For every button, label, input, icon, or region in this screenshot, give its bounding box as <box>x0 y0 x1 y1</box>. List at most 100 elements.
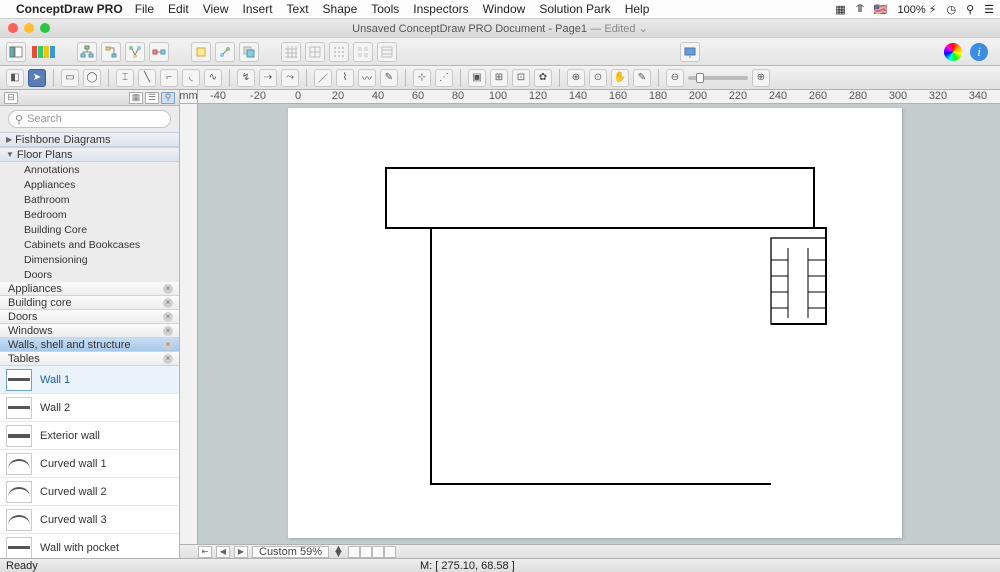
pen-line-tool[interactable]: ／ <box>314 69 332 87</box>
tree-item-appliances[interactable]: Appliances <box>0 177 179 192</box>
tree-item-building-core[interactable]: Building Core <box>0 222 179 237</box>
grid4-button[interactable] <box>353 42 373 62</box>
grid1-button[interactable] <box>281 42 301 62</box>
crop-tool[interactable]: ✎ <box>633 69 651 87</box>
grid3-button[interactable] <box>329 42 349 62</box>
connect-button[interactable] <box>215 42 235 62</box>
table-tool[interactable]: ⊞ <box>490 69 508 87</box>
smart-connector-tool[interactable]: ↯ <box>237 69 255 87</box>
zoom-in-tool[interactable]: ⊕ <box>567 69 585 87</box>
zoom-in-button[interactable]: ⊕ <box>752 69 770 87</box>
menubar-grid-icon[interactable]: ▦ <box>835 3 845 16</box>
tree-item-bathroom[interactable]: Bathroom <box>0 192 179 207</box>
sidebar-tab-search[interactable]: ⚲ <box>161 92 175 104</box>
close-window-icon[interactable] <box>8 23 18 33</box>
shape-curved-wall-1[interactable]: Curved wall 1 <box>0 450 179 478</box>
menu-insert[interactable]: Insert <box>243 2 273 16</box>
close-icon[interactable]: × <box>163 326 173 336</box>
pen-curve-tool[interactable]: 〰 <box>358 69 376 87</box>
zoom-stepper[interactable]: ▲▼ <box>333 547 344 557</box>
sitemap-shape-button[interactable] <box>77 42 97 62</box>
close-icon[interactable]: × <box>163 298 173 308</box>
zoom-level[interactable]: Custom 59% <box>252 546 329 558</box>
tree-item-annotations[interactable]: Annotations <box>0 162 179 177</box>
presentation-button[interactable] <box>680 42 700 62</box>
menu-edit[interactable]: Edit <box>168 2 189 16</box>
close-icon[interactable]: × <box>163 354 173 364</box>
tree-shape-button[interactable] <box>125 42 145 62</box>
palette-icon[interactable] <box>32 46 55 58</box>
sidebar-tab-list[interactable]: ☰ <box>145 92 159 104</box>
menu-view[interactable]: View <box>203 2 229 16</box>
app-name[interactable]: ConceptDraw PRO <box>16 2 123 16</box>
prev-page-button[interactable]: ◀ <box>216 546 230 558</box>
send-back-button[interactable] <box>239 42 259 62</box>
sidebar-tab-grid[interactable]: ▦ <box>129 92 143 104</box>
tree-item-doors[interactable]: Doors <box>0 267 179 282</box>
menu-shape[interactable]: Shape <box>323 2 358 16</box>
tree-item-cabinets[interactable]: Cabinets and Bookcases <box>0 237 179 252</box>
first-page-button[interactable]: ⇤ <box>198 546 212 558</box>
menubar-search-icon[interactable]: ⚲ <box>966 3 974 16</box>
grid2-button[interactable] <box>305 42 325 62</box>
palette-building-core[interactable]: Building core× <box>0 296 179 310</box>
edit-points-tool[interactable]: ⊹ <box>413 69 431 87</box>
arc-tool[interactable]: ◟ <box>182 69 200 87</box>
pen-free-tool[interactable]: ✎ <box>380 69 398 87</box>
zoom-fit-tool[interactable]: ⊙ <box>589 69 607 87</box>
canvas-viewport[interactable] <box>198 104 1000 544</box>
menubar-battery[interactable]: 100% ⚡︎ <box>898 3 937 16</box>
menubar-flag-icon[interactable]: 🇺🇸 <box>874 3 888 16</box>
pointer-tool[interactable]: ➤ <box>28 69 46 87</box>
color-wheel-icon[interactable] <box>944 43 962 61</box>
image-tool[interactable]: ⊡ <box>512 69 530 87</box>
library-toggle-button[interactable] <box>6 42 26 62</box>
palette-windows[interactable]: Windows× <box>0 324 179 338</box>
library-search-input[interactable]: ⚲ Search <box>8 110 171 128</box>
grid5-button[interactable] <box>377 42 397 62</box>
highlight-shape-button[interactable] <box>191 42 211 62</box>
tree-item-dimensioning[interactable]: Dimensioning <box>0 252 179 267</box>
ellipse-tool[interactable]: ◯ <box>83 69 101 87</box>
zoom-window-icon[interactable] <box>40 23 50 33</box>
connector-tool[interactable]: ⌐ <box>160 69 178 87</box>
palette-doors[interactable]: Doors× <box>0 310 179 324</box>
chart-tool[interactable]: ▣ <box>468 69 486 87</box>
tree-fishbone-diagrams[interactable]: ▶Fishbone Diagrams <box>0 132 179 147</box>
close-icon[interactable]: × <box>163 340 173 350</box>
tree-item-bedroom[interactable]: Bedroom <box>0 207 179 222</box>
menu-file[interactable]: File <box>135 2 154 16</box>
page-thumbnails[interactable] <box>348 546 396 558</box>
zoom-slider[interactable] <box>688 76 748 80</box>
edit-segments-tool[interactable]: ⋰ <box>435 69 453 87</box>
pen-poly-tool[interactable]: ⌇ <box>336 69 354 87</box>
close-icon[interactable]: × <box>163 284 173 294</box>
tree-floor-plans[interactable]: ▼Floor Plans <box>0 147 179 162</box>
spline-tool[interactable]: ∿ <box>204 69 222 87</box>
menu-text[interactable]: Text <box>287 2 309 16</box>
sidebar-tab-tree[interactable]: ⊟ <box>4 92 18 104</box>
clipart-tool[interactable]: ✿ <box>534 69 552 87</box>
flowchart-shape-button[interactable] <box>101 42 121 62</box>
menu-help[interactable]: Help <box>625 2 650 16</box>
vertical-ruler[interactable] <box>180 104 198 544</box>
close-icon[interactable]: × <box>163 312 173 322</box>
palette-appliances[interactable]: Appliances× <box>0 282 179 296</box>
shape-wall-pocket[interactable]: Wall with pocket <box>0 534 179 558</box>
shape-wall-1[interactable]: Wall 1 <box>0 366 179 394</box>
panel-toggle-button[interactable]: ◧ <box>6 69 24 87</box>
next-page-button[interactable]: ▶ <box>234 546 248 558</box>
palette-tables[interactable]: Tables× <box>0 352 179 366</box>
round-connector-tool[interactable]: ⤳ <box>281 69 299 87</box>
hand-tool[interactable]: ✋ <box>611 69 629 87</box>
text-tool[interactable]: ⌶ <box>116 69 134 87</box>
menu-window[interactable]: Window <box>483 2 526 16</box>
minimize-window-icon[interactable] <box>24 23 34 33</box>
info-icon[interactable]: i <box>970 43 988 61</box>
shape-curved-wall-2[interactable]: Curved wall 2 <box>0 478 179 506</box>
direct-connector-tool[interactable]: ⇢ <box>259 69 277 87</box>
menubar-wifi-icon[interactable]: ⥣ <box>856 3 864 16</box>
chain-shape-button[interactable] <box>149 42 169 62</box>
horizontal-ruler[interactable]: -40-200204060801001201401601802002202402… <box>198 90 1000 104</box>
menubar-list-icon[interactable]: ☰ <box>984 3 994 16</box>
